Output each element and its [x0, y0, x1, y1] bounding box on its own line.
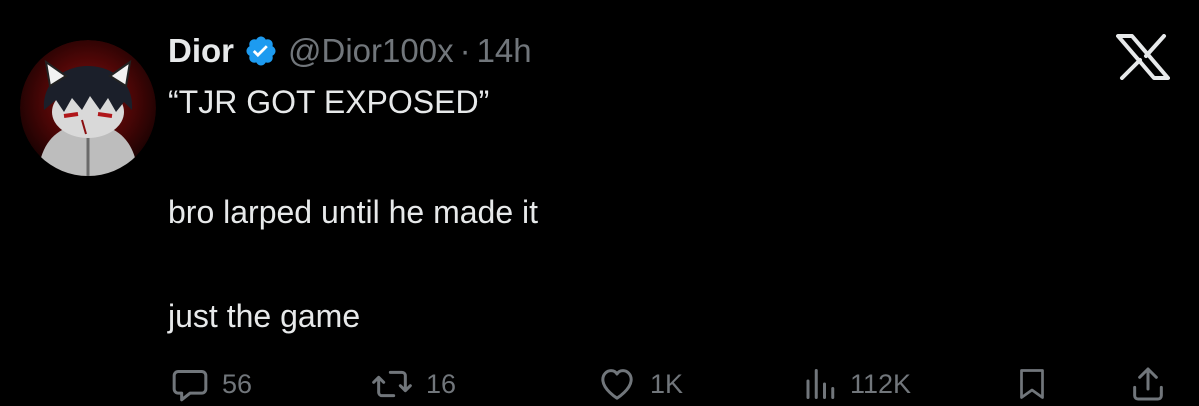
views-button[interactable]: 112K — [802, 362, 911, 406]
repost-icon — [370, 364, 414, 404]
like-button[interactable]: 1K — [596, 362, 683, 406]
author-name[interactable]: Dior — [168, 32, 234, 70]
repost-count: 16 — [426, 368, 457, 399]
bookmark-icon — [1014, 364, 1050, 404]
bookmark-button[interactable] — [1014, 362, 1050, 406]
author-handle[interactable]: @Dior100x — [288, 32, 454, 70]
reply-count: 56 — [222, 368, 253, 399]
tweet-card: Dior @Dior100x · 14h “TJR GOT EXPOSED” b… — [0, 0, 1199, 406]
verified-badge-icon — [244, 34, 278, 68]
share-button[interactable] — [1126, 362, 1170, 406]
avatar-image — [20, 40, 156, 176]
tweet-text-line-3: just the game — [168, 298, 361, 334]
tweet-header: Dior @Dior100x · 14h — [168, 28, 532, 74]
avatar[interactable] — [20, 40, 156, 176]
repost-button[interactable]: 16 — [370, 362, 456, 406]
separator-dot: · — [459, 32, 471, 69]
share-icon — [1126, 364, 1170, 404]
like-count: 1K — [650, 368, 684, 399]
views-icon — [802, 364, 838, 404]
reply-icon — [170, 364, 210, 404]
reply-button[interactable]: 56 — [170, 362, 252, 406]
views-count: 112K — [850, 368, 912, 399]
tweet-text-line-1: “TJR GOT EXPOSED” — [168, 84, 490, 120]
tweet-actions: 56 16 1K 112K — [168, 362, 1199, 406]
tweet-timestamp[interactable]: 14h — [477, 32, 532, 70]
tweet-text-line-2: bro larped until he made it — [168, 194, 538, 230]
heart-icon — [596, 364, 638, 404]
x-logo-icon — [1116, 34, 1170, 80]
